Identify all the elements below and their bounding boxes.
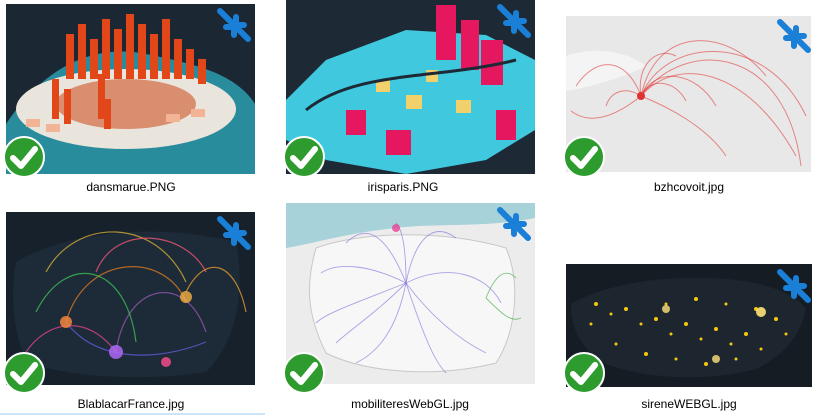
file-name: sireneWEBGL.jpg (641, 397, 737, 411)
sync-arrows-icon (214, 213, 254, 253)
file-name: BlablacarFrance.jpg (77, 397, 185, 411)
check-icon (562, 351, 606, 395)
check-icon (2, 135, 46, 179)
file-name: irisparis.PNG (367, 180, 439, 194)
sync-arrows-icon (494, 1, 534, 41)
check-icon (282, 351, 326, 395)
file-name: mobiliteresWebGL.jpg (351, 397, 469, 411)
sync-arrows-icon (214, 5, 254, 45)
sync-arrows-icon (774, 16, 814, 56)
check-icon (2, 351, 46, 395)
check-icon (562, 135, 606, 179)
selection-indicator (0, 413, 265, 415)
file-name: dansmarue.PNG (86, 180, 176, 194)
sync-arrows-icon (494, 204, 534, 244)
sync-arrows-icon (774, 266, 814, 306)
file-name: bzhcovoit.jpg (653, 180, 725, 194)
check-icon (282, 135, 326, 179)
